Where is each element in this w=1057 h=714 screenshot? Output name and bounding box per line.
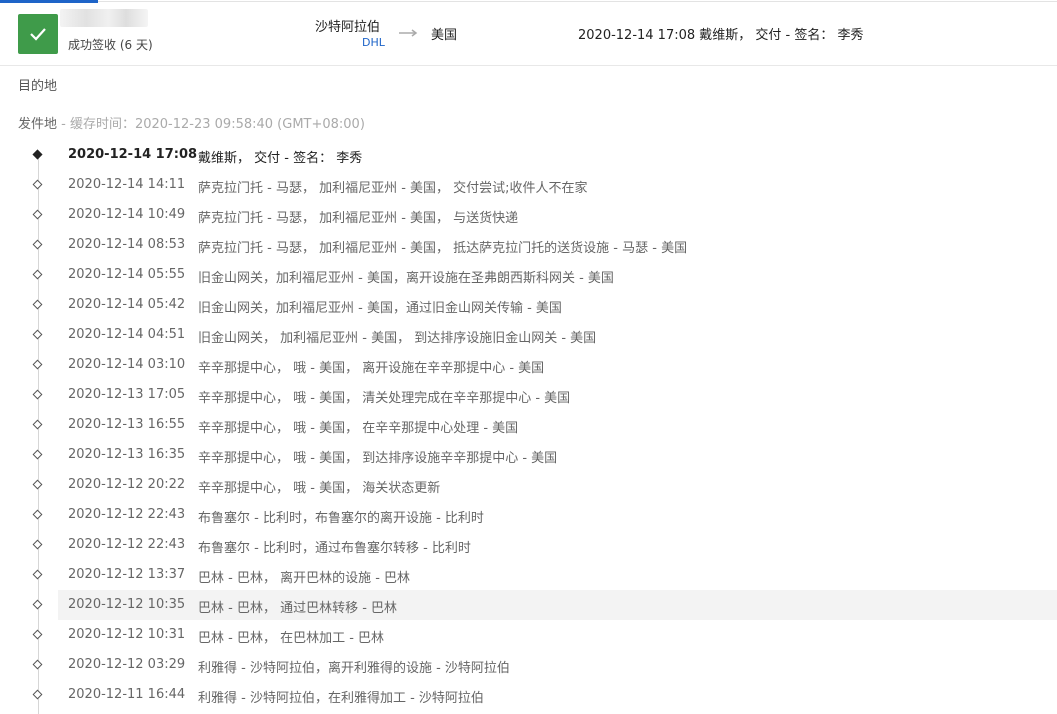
tracking-number-blurred <box>60 9 148 27</box>
event-description: 巴林 - 巴林， 在巴林加工 - 巴林 <box>198 631 385 646</box>
timeline-event: 2020-12-13 17:05 辛辛那提中心， 哦 - 美国， 清关处理完成在辛… <box>0 380 1057 410</box>
timeline-event: 2020-12-12 10:31 巴林 - 巴林， 在巴林加工 - 巴林 <box>0 620 1057 650</box>
diamond-icon <box>32 359 43 370</box>
carrier-link[interactable]: DHL <box>362 36 385 49</box>
event-time: 2020-12-14 17:08 <box>68 147 198 162</box>
event-description: 巴林 - 巴林， 通过巴林转移 - 巴林 <box>198 601 398 616</box>
timeline-event: 2020-12-12 03:29 利雅得 - 沙特阿拉伯，离开利雅得的设施 - 沙… <box>0 650 1057 680</box>
diamond-icon <box>32 149 43 160</box>
event-description: 辛辛那提中心， 哦 - 美国， 在辛辛那提中心处理 - 美国 <box>198 421 519 436</box>
event-time: 2020-12-12 10:35 <box>68 597 186 612</box>
destination-section-label: 目的地 <box>18 79 58 94</box>
diamond-icon <box>32 209 43 220</box>
arrow-right-icon <box>399 29 418 37</box>
tracking-summary: 成功签收 (6 天) 沙特阿拉伯 DHL 美国 2020-12-14 17:08… <box>0 3 1057 66</box>
timeline-event: 2020-12-12 13:37 巴林 - 巴林， 离开巴林的设施 - 巴林 <box>0 560 1057 590</box>
timeline-event-hovered[interactable]: 2020-12-12 10:35 巴林 - 巴林， 通过巴林转移 - 巴林 <box>0 590 1057 620</box>
diamond-icon <box>32 299 43 310</box>
event-description: 辛辛那提中心， 哦 - 美国， 海关状态更新 <box>198 481 441 496</box>
event-time: 2020-12-12 22:43 <box>68 507 186 522</box>
timeline-event: 2020-12-12 22:43 布鲁塞尔 - 比利时，通过布鲁塞尔转移 - 比利… <box>0 530 1057 560</box>
event-time: 2020-12-12 03:29 <box>68 657 186 672</box>
timeline-event: 2020-12-13 16:35 辛辛那提中心， 哦 - 美国， 到达排序设施辛辛… <box>0 440 1057 470</box>
event-time: 2020-12-13 17:05 <box>68 387 186 402</box>
event-description: 旧金山网关， 加利福尼亚州 - 美国， 到达排序设施旧金山网关 - 美国 <box>198 331 597 346</box>
timeline-event: 2020-12-14 03:10 辛辛那提中心， 哦 - 美国， 离开设施在辛辛那… <box>0 350 1057 380</box>
event-description: 旧金山网关，加利福尼亚州 - 美国，通过旧金山网关传输 - 美国 <box>198 301 562 316</box>
diamond-icon <box>32 419 43 430</box>
event-time: 2020-12-12 13:37 <box>68 567 186 582</box>
diamond-icon <box>32 239 43 250</box>
event-time: 2020-12-13 16:55 <box>68 417 186 432</box>
status-text: 成功签收 (6 天) <box>68 38 153 52</box>
destination-country: 美国 <box>431 28 458 43</box>
timeline-event: 2020-12-12 20:22 辛辛那提中心， 哦 - 美国， 海关状态更新 <box>0 470 1057 500</box>
event-time: 2020-12-12 22:43 <box>68 537 186 552</box>
diamond-icon <box>32 479 43 490</box>
timeline-event: 2020-12-14 17:08 戴维斯， 交付 - 签名： 李秀 <box>0 140 1057 170</box>
diamond-icon <box>32 689 43 700</box>
diamond-icon <box>32 629 43 640</box>
diamond-icon <box>32 179 43 190</box>
diamond-icon <box>32 539 43 550</box>
diamond-icon <box>32 389 43 400</box>
event-description: 巴林 - 巴林， 离开巴林的设施 - 巴林 <box>198 571 411 586</box>
event-description: 布鲁塞尔 - 比利时，布鲁塞尔的离开设施 - 比利时 <box>198 511 484 526</box>
diamond-icon <box>32 509 43 520</box>
diamond-icon <box>32 329 43 340</box>
timeline-event: 2020-12-13 16:55 辛辛那提中心， 哦 - 美国， 在辛辛那提中心处… <box>0 410 1057 440</box>
timeline-event: 2020-12-14 05:55 旧金山网关，加利福尼亚州 - 美国，离开设施在圣… <box>0 260 1057 290</box>
event-time: 2020-12-14 14:11 <box>68 177 186 192</box>
event-description: 戴维斯， 交付 - 签名： 李秀 <box>198 151 363 166</box>
event-time: 2020-12-12 20:22 <box>68 477 186 492</box>
event-description: 辛辛那提中心， 哦 - 美国， 离开设施在辛辛那提中心 - 美国 <box>198 361 545 376</box>
diamond-icon <box>32 659 43 670</box>
origin-country: 沙特阿拉伯 <box>315 20 381 35</box>
diamond-icon <box>32 269 43 280</box>
event-time: 2020-12-14 05:42 <box>68 297 186 312</box>
event-description: 萨克拉门托 - 马瑟， 加利福尼亚州 - 美国， 抵达萨克拉门托的送货设施 - … <box>198 241 688 256</box>
diamond-icon <box>32 569 43 580</box>
tracking-event-list: 2020-12-14 17:08 戴维斯， 交付 - 签名： 李秀 2020-12… <box>0 140 1057 710</box>
event-description: 布鲁塞尔 - 比利时，通过布鲁塞尔转移 - 比利时 <box>198 541 471 556</box>
check-icon <box>30 28 46 41</box>
timeline-event: 2020-12-14 04:51 旧金山网关， 加利福尼亚州 - 美国， 到达排序… <box>0 320 1057 350</box>
top-divider <box>98 1 1057 2</box>
latest-event: 2020-12-14 17:08 戴维斯， 交付 - 签名： 李秀 <box>578 28 864 43</box>
event-time: 2020-12-14 05:55 <box>68 267 186 282</box>
event-description: 旧金山网关，加利福尼亚州 - 美国，离开设施在圣弗朗西斯科网关 - 美国 <box>198 271 614 286</box>
timeline-event: 2020-12-14 05:42 旧金山网关，加利福尼亚州 - 美国，通过旧金山网… <box>0 290 1057 320</box>
delivered-status-button[interactable] <box>18 14 58 54</box>
event-time: 2020-12-11 16:44 <box>68 687 186 702</box>
event-time: 2020-12-14 03:10 <box>68 357 186 372</box>
cache-time: - 缓存时间：2020-12-23 09:58:40 (GMT+08:00) <box>57 117 365 132</box>
diamond-icon <box>32 449 43 460</box>
timeline-event: 2020-12-14 14:11 萨克拉门托 - 马瑟， 加利福尼亚州 - 美国，… <box>0 170 1057 200</box>
timeline-event: 2020-12-11 16:44 利雅得 - 沙特阿拉伯，在利雅得加工 - 沙特阿… <box>0 680 1057 710</box>
event-time: 2020-12-14 04:51 <box>68 327 186 342</box>
event-time: 2020-12-12 10:31 <box>68 627 186 642</box>
event-time: 2020-12-14 08:53 <box>68 237 186 252</box>
event-time: 2020-12-14 10:49 <box>68 207 186 222</box>
diamond-icon <box>32 599 43 610</box>
event-description: 辛辛那提中心， 哦 - 美国， 清关处理完成在辛辛那提中心 - 美国 <box>198 391 571 406</box>
origin-section-label: 发件地 - 缓存时间：2020-12-23 09:58:40 (GMT+08:0… <box>18 113 365 132</box>
timeline-event: 2020-12-12 22:43 布鲁塞尔 - 比利时，布鲁塞尔的离开设施 - 比… <box>0 500 1057 530</box>
timeline-event: 2020-12-14 08:53 萨克拉门托 - 马瑟， 加利福尼亚州 - 美国，… <box>0 230 1057 260</box>
event-description: 萨克拉门托 - 马瑟， 加利福尼亚州 - 美国， 与送货快递 <box>198 211 519 226</box>
timeline-event: 2020-12-14 10:49 萨克拉门托 - 马瑟， 加利福尼亚州 - 美国，… <box>0 200 1057 230</box>
event-description: 利雅得 - 沙特阿拉伯，在利雅得加工 - 沙特阿拉伯 <box>198 691 484 706</box>
event-description: 利雅得 - 沙特阿拉伯，离开利雅得的设施 - 沙特阿拉伯 <box>198 661 510 676</box>
event-description: 萨克拉门托 - 马瑟， 加利福尼亚州 - 美国， 交付尝试;收件人不在家 <box>198 181 588 196</box>
origin-label: 发件地 <box>18 117 58 132</box>
event-time: 2020-12-13 16:35 <box>68 447 186 462</box>
event-description: 辛辛那提中心， 哦 - 美国， 到达排序设施辛辛那提中心 - 美国 <box>198 451 558 466</box>
